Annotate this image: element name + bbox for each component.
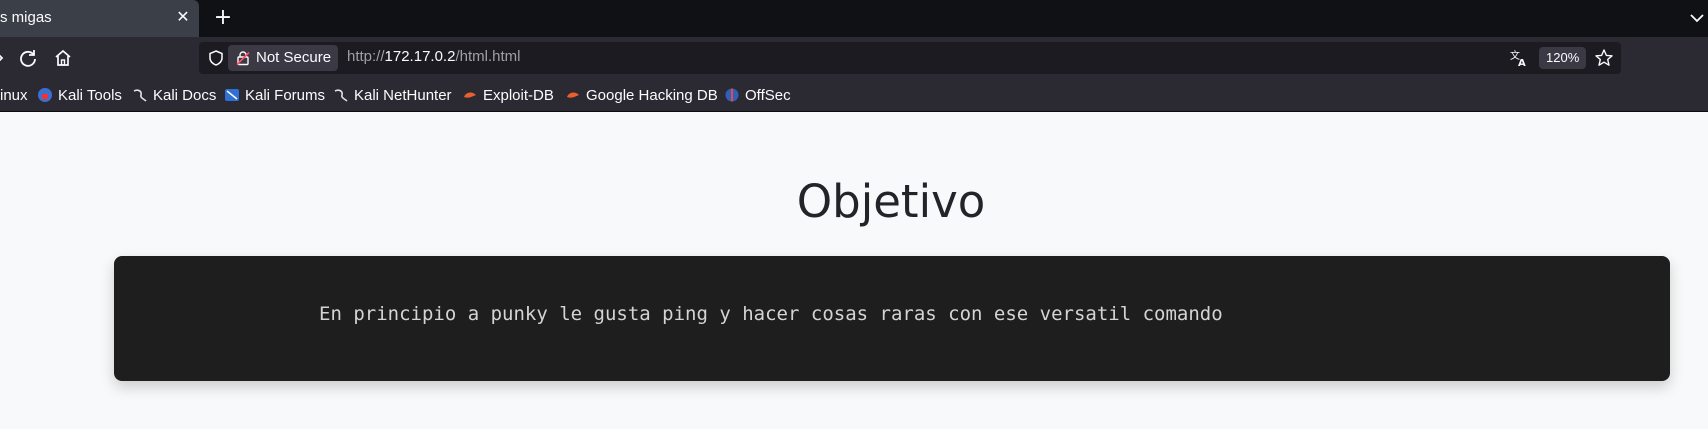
browser-tab[interactable]: s migas ✕: [0, 0, 199, 37]
url-text[interactable]: http://172.17.0.2/html.html: [347, 48, 520, 65]
offsec-icon: [725, 88, 739, 102]
bookmark-offsec[interactable]: OffSec: [724, 86, 791, 106]
bookmark-google-hacking-db[interactable]: Google Hacking DB: [565, 86, 718, 106]
bookmark-star-icon[interactable]: [1594, 48, 1614, 68]
url-scheme: http://: [347, 48, 385, 65]
forward-icon[interactable]: [0, 45, 14, 71]
kali-forums-icon: [225, 89, 239, 101]
url-bar[interactable]: Not Secure http://172.17.0.2/html.html 文…: [199, 42, 1621, 74]
bookmark-kali-linux[interactable]: inux: [0, 86, 28, 106]
navigation-toolbar: Not Secure http://172.17.0.2/html.html 文…: [0, 37, 1708, 79]
bookmark-kali-nethunter[interactable]: Kali NetHunter: [333, 86, 452, 106]
kali-dragon-icon: [334, 89, 348, 102]
translate-icon[interactable]: 文 A: [1509, 48, 1529, 68]
kali-tools-icon: [38, 88, 52, 102]
bookmark-label: Kali NetHunter: [354, 87, 452, 104]
bookmark-kali-forums[interactable]: Kali Forums: [224, 86, 325, 106]
bookmark-label: Kali Tools: [58, 87, 122, 104]
list-all-tabs-icon[interactable]: [1686, 7, 1708, 29]
bookmark-kali-docs[interactable]: Kali Docs: [132, 86, 216, 106]
url-path: /html.html: [455, 48, 521, 65]
url-host: 172.17.0.2: [384, 48, 456, 65]
site-security-button[interactable]: Not Secure: [228, 45, 338, 71]
page-title: Objetivo: [796, 175, 986, 228]
bookmark-label: Exploit-DB: [483, 87, 554, 104]
not-secure-label: Not Secure: [256, 49, 332, 66]
bookmark-kali-tools[interactable]: Kali Tools: [37, 86, 122, 106]
svg-text:A: A: [1518, 58, 1526, 68]
insecure-lock-icon: [236, 51, 250, 66]
bookmark-label: Kali Forums: [245, 87, 326, 104]
bookmark-label: inux: [0, 87, 28, 104]
objective-text: En principio a punky le gusta ping y hac…: [319, 303, 1223, 325]
home-icon[interactable]: [50, 45, 76, 71]
tab-title: s migas: [0, 9, 52, 26]
page-content: Objetivo En principio a punky le gusta p…: [0, 112, 1708, 429]
exploit-db-icon: [567, 92, 579, 98]
close-tab-icon[interactable]: ✕: [172, 6, 194, 28]
bookmark-label: OffSec: [745, 87, 791, 104]
bookmark-exploit-db[interactable]: Exploit-DB: [462, 86, 554, 106]
zoom-level-button[interactable]: 120%: [1539, 47, 1587, 69]
reload-icon[interactable]: [15, 45, 41, 71]
tab-strip: s migas ✕ +: [0, 0, 1708, 37]
bookmark-label: Google Hacking DB: [586, 87, 718, 104]
bookmarks-toolbar: inux Kali Tools Kali Docs Kali Forums Ka…: [0, 79, 1708, 112]
exploit-db-icon: [464, 92, 476, 98]
bookmark-label: Kali Docs: [153, 87, 217, 104]
objective-box: En principio a punky le gusta ping y hac…: [114, 256, 1670, 381]
tracking-protection-shield-icon[interactable]: [207, 49, 225, 67]
new-tab-button[interactable]: +: [210, 5, 236, 31]
kali-dragon-icon: [133, 89, 147, 102]
